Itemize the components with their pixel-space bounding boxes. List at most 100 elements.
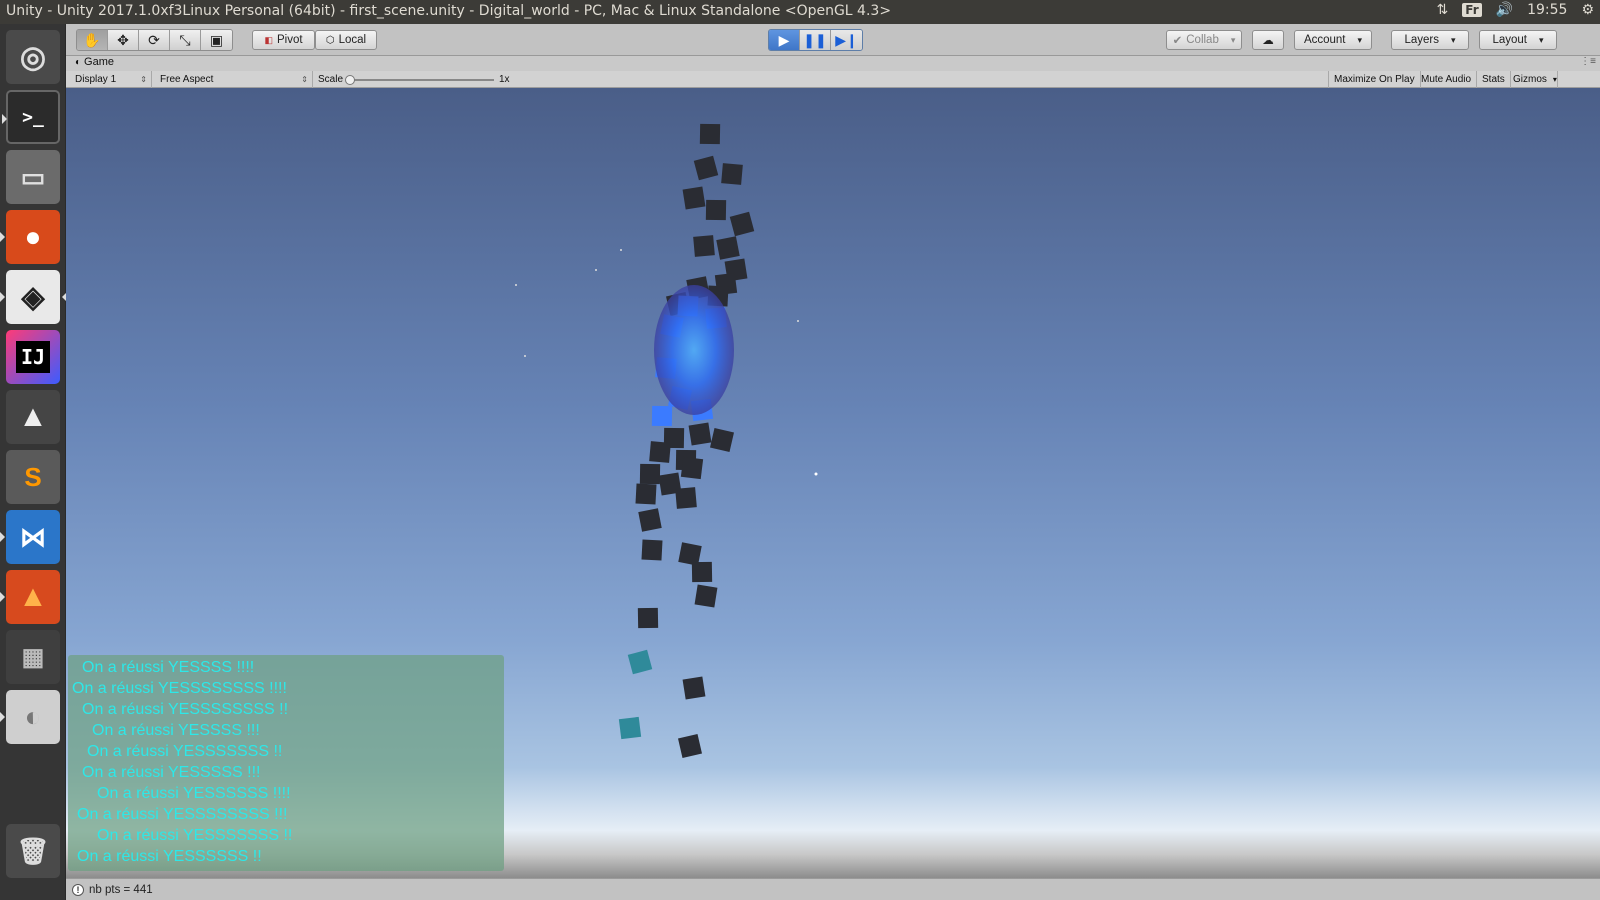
game-tab-strip: ◐ Game ⋮≡ (66, 56, 1600, 71)
scale-tool-icon[interactable]: ⤡ (170, 30, 201, 50)
keyboard-layout-indicator[interactable]: Fr (1462, 3, 1482, 17)
account-label: Account (1303, 34, 1346, 46)
window-title: Unity - Unity 2017.1.0xf3Linux Personal … (6, 3, 892, 19)
inkscape-icon[interactable]: ▲ (6, 390, 60, 444)
display-select[interactable]: Display 1 (70, 71, 152, 88)
playback-controls: ▶ ❚❚ ▶❙ (768, 29, 863, 51)
game-view-toolbar: Display 1 Free Aspect Scale 1x Maximize … (66, 71, 1600, 88)
trash-icon[interactable]: 🗑 (6, 824, 60, 878)
voxel-cube (688, 422, 712, 446)
display-label: Display 1 (75, 74, 117, 85)
info-icon: ! (72, 883, 84, 896)
voxel-cube (710, 428, 734, 452)
log-line: On a réussi YESSSS !!!! (82, 659, 255, 676)
network-icon[interactable]: ⇅ (1437, 2, 1449, 18)
files-icon[interactable]: ▭ (6, 150, 60, 204)
voxel-cube (651, 405, 673, 427)
maximize-label: Maximize On Play (1334, 74, 1415, 85)
system-top-bar: Unity - Unity 2017.1.0xf3Linux Personal … (0, 0, 1600, 24)
layers-label: Layers (1404, 34, 1439, 46)
system-tray: ⇅ Fr 🔊 19:55 ⚙ (1437, 2, 1594, 18)
local-label: Local (338, 34, 367, 46)
firefox-icon[interactable]: ● (0, 210, 60, 264)
mute-audio-toggle[interactable]: Mute Audio (1416, 71, 1478, 88)
workspace-switcher-icon[interactable]: ▦ (6, 630, 60, 684)
aspect-label: Free Aspect (160, 74, 214, 85)
game-tab-icon: ◐ (75, 56, 82, 68)
particle (620, 249, 622, 251)
voxel-cube (705, 199, 727, 221)
collab-dropdown[interactable]: ✔ Collab (1166, 30, 1242, 50)
status-bar: ! nb pts = 441 (66, 878, 1600, 900)
aspect-select[interactable]: Free Aspect (155, 71, 313, 88)
log-line: On a réussi YESSSSSSS !! (87, 743, 283, 760)
layout-dropdown[interactable]: Layout (1479, 30, 1557, 50)
voxel-cube (721, 163, 743, 185)
status-message[interactable]: nb pts = 441 (89, 884, 153, 896)
particle (814, 472, 818, 476)
voxel-cube (638, 508, 662, 532)
voxel-cube (682, 186, 706, 210)
scale-slider-track[interactable] (349, 79, 494, 81)
clock[interactable]: 19:55 (1527, 2, 1567, 18)
step-button[interactable]: ▶❙ (831, 30, 862, 50)
voxel-cube (729, 211, 755, 237)
intellij-icon[interactable]: IJ (6, 330, 60, 384)
voxel-cube (675, 487, 697, 509)
vscode-icon[interactable]: ⋈ (0, 510, 60, 564)
maximize-on-play-toggle[interactable]: Maximize On Play (1328, 71, 1421, 88)
gizmos-dropdown[interactable]: Gizmos ▾ (1508, 71, 1558, 88)
scale-value: 1x (499, 74, 510, 85)
particle (797, 320, 799, 322)
game-viewport[interactable]: On a réussi YESSSS !!!! On a réussi YESS… (66, 88, 1600, 878)
account-dropdown[interactable]: Account (1294, 30, 1372, 50)
scale-slider-handle[interactable] (345, 75, 355, 85)
voxel-cubes (618, 123, 755, 758)
hand-tool-icon[interactable]: ✋ (77, 30, 108, 50)
disk-icon[interactable]: ◐ (0, 690, 60, 744)
log-line: On a réussi YESSSSSSS !! (97, 827, 293, 844)
log-panel: On a réussi YESSSS !!!! On a réussi YESS… (68, 655, 504, 871)
panel-menu-icon[interactable]: ⋮≡ (1580, 56, 1596, 67)
voxel-cube (678, 734, 702, 758)
sublime-text-icon[interactable]: S (6, 450, 60, 504)
terminal-icon[interactable]: >_ (2, 90, 60, 144)
log-line: On a réussi YESSSSSSSS !! (82, 701, 289, 718)
layers-dropdown[interactable]: Layers (1391, 30, 1469, 50)
gizmos-label: Gizmos (1513, 74, 1547, 85)
pause-button[interactable]: ❚❚ (800, 30, 831, 50)
unity-icon[interactable]: ◈ (0, 270, 67, 324)
play-button[interactable]: ▶ (769, 30, 800, 50)
particle (595, 269, 597, 271)
voxel-cube (641, 539, 663, 561)
rect-tool-icon[interactable]: ▣ (201, 30, 232, 50)
voxel-cube (635, 483, 657, 505)
tab-game[interactable]: ◐ Game (75, 56, 114, 68)
particle (524, 355, 526, 357)
voxel-cube (649, 441, 671, 463)
log-line: On a réussi YESSSSS !!! (82, 764, 261, 781)
blue-glowing-core (654, 285, 734, 415)
move-tool-icon[interactable]: ✥ (108, 30, 139, 50)
collab-label: Collab (1186, 34, 1219, 46)
volume-icon[interactable]: 🔊 (1496, 2, 1513, 18)
pivot-icon: ◧ (264, 34, 273, 45)
voxel-cube (693, 235, 715, 257)
cloud-icon: ☁ (1262, 35, 1274, 47)
cloud-button[interactable]: ☁ (1252, 30, 1284, 50)
log-line: On a réussi YESSSSSSSS !!! (77, 806, 288, 823)
log-line: On a réussi YESSSS !!! (92, 722, 260, 739)
ubuntu-dash-icon[interactable]: ◎ (6, 30, 60, 84)
rotate-tool-icon[interactable]: ⟳ (139, 30, 170, 50)
voxel-cube (639, 463, 661, 485)
transform-tools: ✋ ✥ ⟳ ⤡ ▣ (76, 29, 233, 51)
voxel-cube (716, 236, 740, 260)
stats-label: Stats (1482, 74, 1505, 85)
local-button[interactable]: ⬡ Local (315, 30, 377, 50)
local-icon: ⬡ (325, 34, 335, 46)
pivot-button[interactable]: ◧ Pivot (252, 30, 315, 50)
settings-gear-icon[interactable]: ⚙ (1581, 2, 1594, 18)
matlab-icon[interactable]: ▲ (0, 570, 60, 624)
stats-toggle[interactable]: Stats (1477, 71, 1511, 88)
scale-label: Scale (318, 74, 344, 85)
